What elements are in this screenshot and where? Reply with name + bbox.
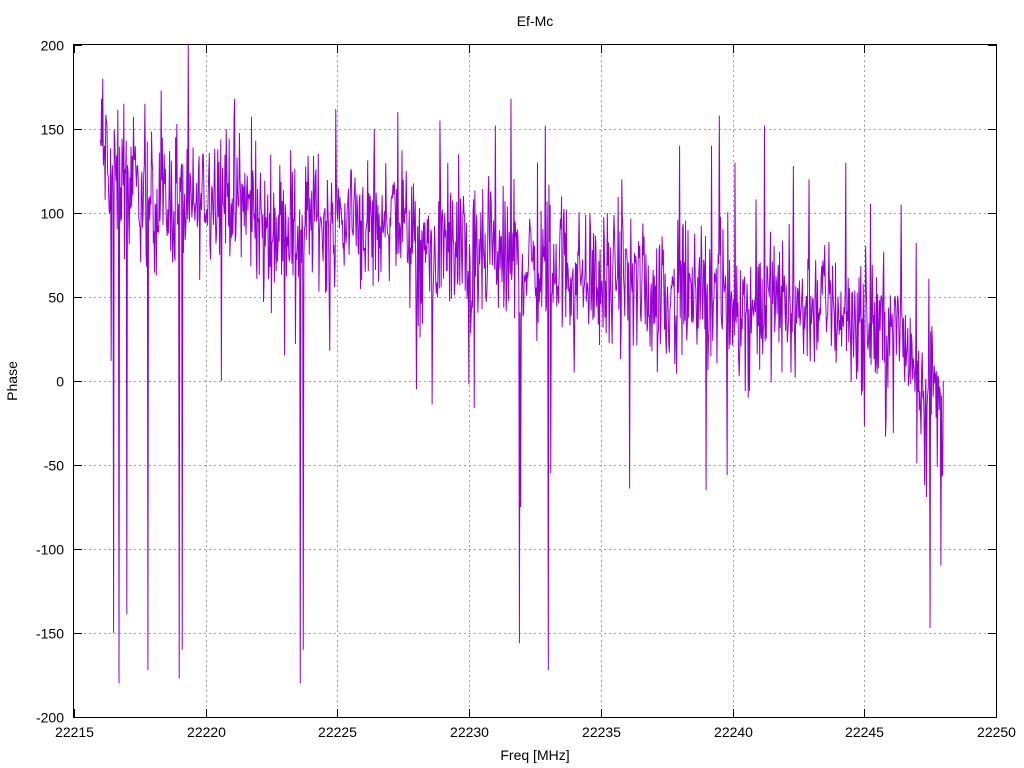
- x-axis-title: Freq [MHz]: [500, 747, 569, 763]
- y-tick-label: -100: [36, 542, 64, 558]
- x-tick-labels: 22215 22220 22225 22230 22235 22240 22245 22250: [55, 724, 1016, 740]
- x-tick-label: 22245: [845, 724, 884, 740]
- phase-chart: 22215 22220 22225 22230 22235 22240 22245 22250…: [4, 13, 1016, 763]
- y-axis-title: Phase: [4, 361, 20, 401]
- x-tick-label: 22250: [977, 724, 1016, 740]
- y-tick-label: -200: [36, 710, 64, 726]
- y-tick-label: 100: [41, 206, 65, 222]
- series-layer: [99, 44, 944, 684]
- x-tick-label: 22240: [714, 724, 753, 740]
- y-tick-label: 50: [48, 290, 64, 306]
- grid-lines: [74, 45, 996, 717]
- x-tick-label: 22220: [187, 724, 226, 740]
- phase-series-line: [99, 44, 944, 684]
- y-tick-label: -50: [44, 458, 64, 474]
- y-tick-label: 200: [41, 38, 65, 54]
- x-tick-label: 22215: [55, 724, 94, 740]
- y-tick-label: 150: [41, 122, 65, 138]
- x-tick-label: 22225: [318, 724, 357, 740]
- x-tick-label: 22235: [582, 724, 621, 740]
- y-tick-labels: -200 -150 -100 -50 0 50 100 150 200: [36, 38, 64, 726]
- x-tick-label: 22230: [450, 724, 489, 740]
- y-tick-label: -150: [36, 626, 64, 642]
- y-tick-label: 0: [56, 374, 64, 390]
- chart-title: Ef-Mc: [517, 13, 554, 29]
